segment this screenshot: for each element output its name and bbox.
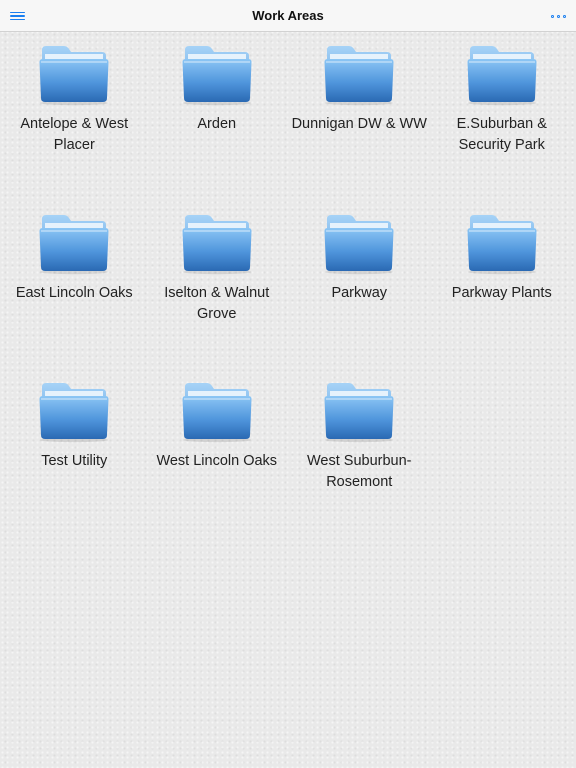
work-area-label: E.Suburban & Security Park [456,116,547,153]
work-area-item[interactable]: Arden [146,44,289,213]
work-area-label: Antelope & West Placer [20,116,129,153]
work-area-item[interactable]: Parkway [288,213,431,382]
hamburger-menu-icon[interactable] [4,3,30,29]
folder-icon [323,44,395,106]
folder-icon [181,381,253,443]
folder-icon [38,213,110,275]
work-area-item[interactable]: Iselton & Walnut Grove [146,213,289,382]
work-area-label: West Suburbun-Rosemont [306,453,412,490]
folder-icon [38,44,110,106]
work-area-item[interactable]: West Lincoln Oaks [146,381,289,550]
work-area-item[interactable]: E.Suburban & Security Park [431,44,574,213]
folder-icon [323,381,395,443]
work-area-label: Dunnigan DW & WW [291,116,427,132]
folder-icon [38,381,110,443]
work-area-label: Parkway [331,284,388,301]
work-area-item[interactable]: East Lincoln Oaks [3,213,146,382]
folder-icon [181,213,253,275]
work-area-item[interactable]: West Suburbun-Rosemont [288,381,431,550]
folder-icon [466,44,538,106]
work-area-item[interactable]: Test Utility [3,381,146,550]
work-area-label: Arden [197,116,237,132]
work-area-label: Parkway Plants [451,284,552,301]
work-areas-grid: Antelope & West Placer Arden Dunnigan DW… [3,44,573,550]
work-area-item[interactable]: Dunnigan DW & WW [288,44,431,213]
work-area-item[interactable]: Antelope & West Placer [3,44,146,213]
work-area-label: East Lincoln Oaks [15,284,133,301]
folder-icon [466,213,538,275]
work-area-label: West Lincoln Oaks [156,453,278,469]
work-area-label: Test Utility [41,453,108,469]
folder-icon [323,213,395,275]
page-title: Work Areas [252,8,324,23]
navigation-bar: Work Areas [0,0,576,32]
work-area-item[interactable]: Parkway Plants [431,213,574,382]
more-options-icon[interactable] [544,3,572,29]
folder-icon [181,44,253,106]
work-area-label: Iselton & Walnut Grove [164,284,270,322]
